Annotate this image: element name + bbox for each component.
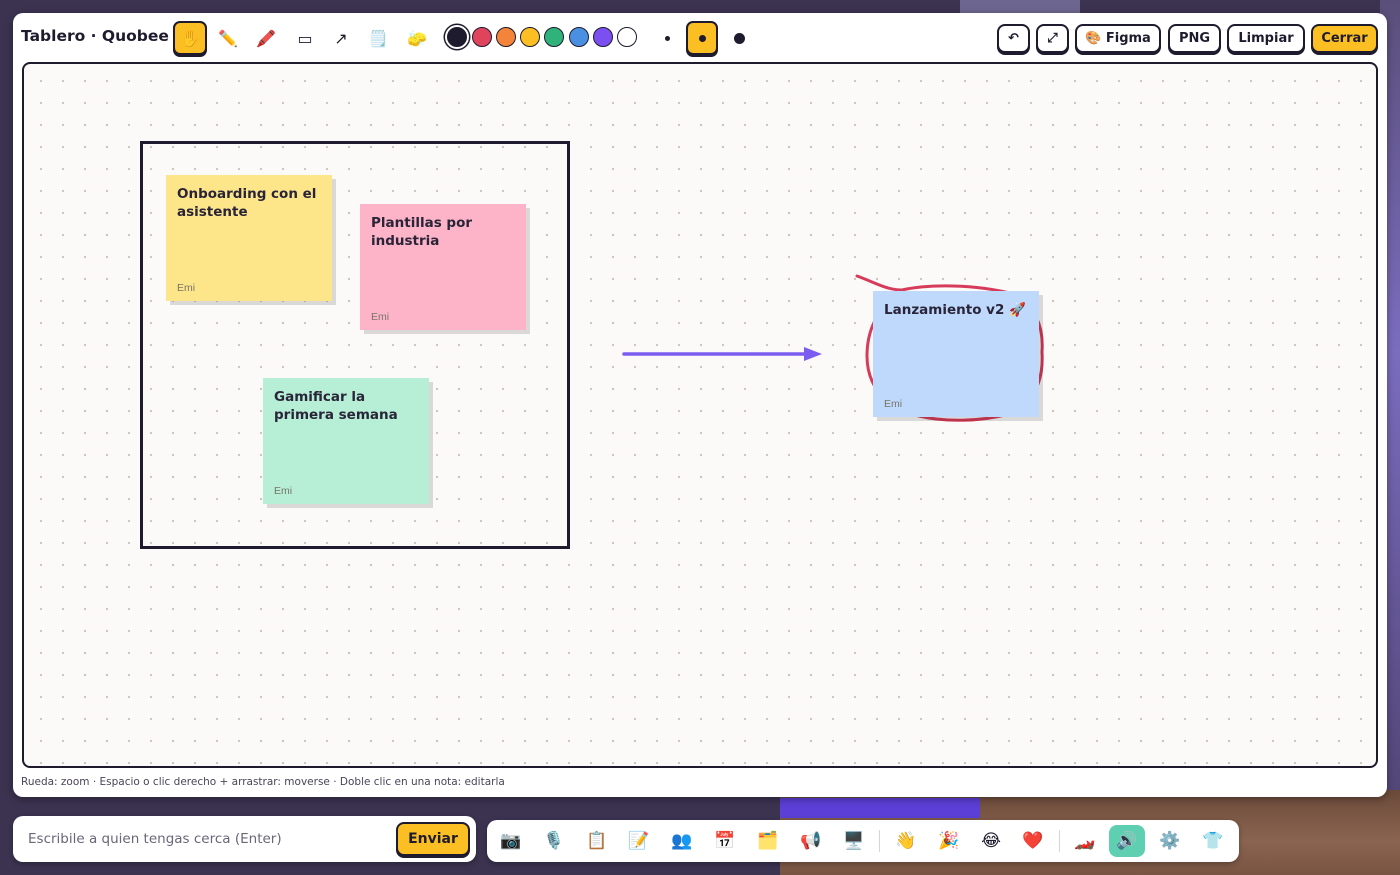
action-dock: 📷 🎙️ 📋 📝 👥 📅 🗂️ 📢 🖥️ 👋 🎉 😂 ❤️ 🏎️ 🔊 ⚙️ 👕 [487,820,1239,862]
color-swatch-red[interactable] [472,27,492,47]
export-png-button[interactable]: PNG [1168,24,1221,53]
dock-announce-button[interactable]: 📢 [793,825,829,857]
small-dot-icon [664,35,670,41]
dock-settings-button[interactable]: ⚙️ [1152,825,1188,857]
speaker-icon: 🔊 [1116,831,1138,851]
folders-icon: 🗂️ [757,831,779,851]
clipboard-icon: 📋 [586,831,608,851]
color-swatch-yellow[interactable] [520,27,540,47]
whiteboard-toolbar: Tablero · Quobee ✋ ✏️ 🖍️ ▭ ↗ 🗒️ 🧽 ↶ ⤢ 🎨 … [13,13,1387,63]
chat-bar: Enviar [13,816,476,862]
fit-view-button[interactable]: ⤢ [1036,24,1069,53]
dock-screen-share-button[interactable]: 🖥️ [836,825,872,857]
note-text: Lanzamiento v2 🚀 [884,302,1026,318]
note-author: Emi [884,398,903,410]
tool-hand[interactable]: ✋ [173,21,207,55]
wave-icon: 👋 [895,831,917,851]
dock-wave-button[interactable]: 👋 [888,825,924,857]
color-swatch-white[interactable] [617,27,637,47]
stroke-size-medium[interactable] [686,21,718,55]
calendar-icon: 📅 [714,831,736,851]
dock-separator [1059,830,1060,852]
memo-icon: 📝 [628,831,650,851]
sticky-note-icon: 🗒️ [368,28,388,48]
background-rug [780,798,980,818]
tool-pencil[interactable]: ✏️ [211,21,245,55]
dock-heart-button[interactable]: ❤️ [1015,825,1051,857]
dock-calendar-button[interactable]: 📅 [707,825,743,857]
stroke-size-large[interactable] [723,21,755,55]
microphone-icon: 🎙️ [543,831,565,851]
dock-camera-button[interactable]: 📷 [493,825,529,857]
party-icon: 🎉 [938,831,960,851]
send-button[interactable]: Enviar [396,822,470,856]
medium-dot-icon [698,34,706,42]
people-icon: 👥 [671,831,693,851]
tool-sticky-note[interactable]: 🗒️ [361,21,395,55]
dock-speaker-button[interactable]: 🔊 [1109,825,1145,857]
settings-icon: ⚙️ [1159,831,1181,851]
undo-button[interactable]: ↶ [997,24,1030,53]
eraser-icon: 🧽 [407,28,427,48]
board-title: Tablero · Quobee [21,27,169,45]
dock-laugh-button[interactable]: 😂 [973,825,1009,857]
dock-outfit-button[interactable]: 👕 [1195,825,1231,857]
dock-separator [879,830,880,852]
tool-arrow[interactable]: ↗ [324,21,358,55]
dock-microphone-button[interactable]: 🎙️ [536,825,572,857]
clear-board-button[interactable]: Limpiar [1227,24,1305,53]
dock-clipboard-button[interactable]: 📋 [579,825,615,857]
whiteboard-panel: Tablero · Quobee ✋ ✏️ 🖍️ ▭ ↗ 🗒️ 🧽 ↶ ⤢ 🎨 … [13,13,1387,797]
race-car-icon: 🏎️ [1074,831,1096,851]
color-swatch-blue[interactable] [569,27,589,47]
background-roof [960,0,1080,14]
hand-icon: ✋ [180,28,200,48]
screen-icon: 🖥️ [843,831,865,851]
expand-icon: ⤢ [1047,31,1058,46]
stroke-size-small[interactable] [651,21,683,55]
dock-party-button[interactable]: 🎉 [931,825,967,857]
sticky-note[interactable]: Lanzamiento v2 🚀 Emi [873,291,1039,417]
tool-eraser[interactable]: 🧽 [400,21,434,55]
chat-input[interactable] [21,822,391,856]
export-figma-button[interactable]: 🎨 Figma [1075,24,1161,53]
color-swatch-dark[interactable] [447,27,467,47]
marker-icon: 🖍️ [256,28,276,48]
color-swatch-green[interactable] [544,27,564,47]
laugh-icon: 😂 [981,831,1001,851]
color-swatch-purple[interactable] [593,27,613,47]
dock-people-button[interactable]: 👥 [664,825,700,857]
dock-race-button[interactable]: 🏎️ [1067,825,1103,857]
pencil-icon: ✏️ [218,28,238,48]
shirt-icon: 👕 [1202,831,1224,851]
dock-folders-button[interactable]: 🗂️ [750,825,786,857]
arrow-stroke[interactable] [622,347,822,361]
undo-icon: ↶ [1008,31,1019,46]
usage-hint: Rueda: zoom · Espacio o clic derecho + a… [21,776,505,788]
dock-notes-button[interactable]: 📝 [621,825,657,857]
arrow-icon: ↗ [334,28,348,48]
drawing-layer [622,274,1044,422]
whiteboard-canvas[interactable]: Onboarding con el asistente Emi Plantill… [22,62,1378,768]
close-board-button[interactable]: Cerrar [1311,24,1378,53]
megaphone-icon: 📢 [800,831,822,851]
heart-icon: ❤️ [1022,831,1044,851]
rectangle-icon: ▭ [297,28,313,48]
color-swatch-orange[interactable] [496,27,516,47]
tool-marker[interactable]: 🖍️ [249,21,283,55]
camera-icon: 📷 [500,831,522,851]
large-dot-icon [733,32,745,44]
tool-rectangle[interactable]: ▭ [288,21,322,55]
